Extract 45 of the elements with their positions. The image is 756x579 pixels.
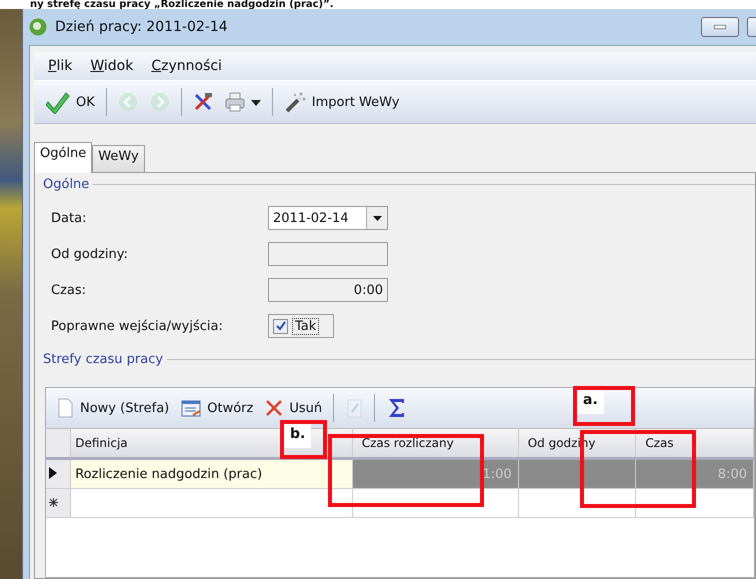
menu-item[interactable]: Czynności xyxy=(151,58,222,74)
menu-item[interactable]: Plik xyxy=(48,58,72,74)
toolbar-button[interactable]: Import WeWy xyxy=(280,90,404,114)
field-label: Od godziny: xyxy=(51,246,129,262)
annotation-frame xyxy=(573,386,635,426)
printer-icon xyxy=(224,92,245,112)
date-field[interactable]: 2011-02-14 xyxy=(268,206,388,230)
tab[interactable]: Ogólne xyxy=(34,142,92,173)
annotation-frame xyxy=(280,420,327,459)
form-icon xyxy=(181,398,202,418)
table-cell: Rozliczenie nadgodzin (prac) xyxy=(70,458,352,488)
annotation-label: b. xyxy=(284,424,312,448)
toolbar-button[interactable]: Usuń xyxy=(261,396,326,420)
toolbar-button[interactable]: Nowy (Strefa) xyxy=(52,396,174,420)
minimize-button[interactable] xyxy=(701,17,739,37)
table-cell: 1:00 xyxy=(352,458,518,488)
group-title: Strefy czasu pracy xyxy=(43,352,164,367)
toolbar-button[interactable]: Otwórz xyxy=(177,396,258,420)
page-icon xyxy=(56,398,74,418)
field-label: Czas: xyxy=(51,282,88,298)
annotation-label: a. xyxy=(577,390,604,414)
tab[interactable]: WeWy xyxy=(92,145,145,172)
edit-page-icon xyxy=(345,398,364,418)
new-row-icon xyxy=(49,498,58,507)
row-pointer-icon xyxy=(49,466,57,478)
cross-icon xyxy=(265,399,284,417)
input-field[interactable] xyxy=(268,242,388,266)
maximize-button[interactable] xyxy=(747,17,756,37)
tools-icon xyxy=(192,92,213,112)
check-icon xyxy=(46,90,70,114)
group-title: Ogólne xyxy=(43,177,90,192)
app-logo-icon xyxy=(29,18,47,36)
toolbar-button[interactable]: OK xyxy=(42,90,99,114)
magic-wand-icon xyxy=(284,92,306,112)
check-icon xyxy=(276,321,286,331)
input-field[interactable]: 0:00 xyxy=(268,278,388,302)
minimize-icon xyxy=(714,25,726,29)
caret-icon xyxy=(372,216,382,220)
checkbox[interactable] xyxy=(273,318,288,334)
sigma-icon xyxy=(386,397,406,419)
window-title: Dzień pracy: 2011-02-14 xyxy=(55,19,228,35)
menu-item[interactable]: Widok xyxy=(90,58,134,74)
checkbox-label[interactable]: Tak xyxy=(292,318,320,334)
field-label: Data: xyxy=(51,210,88,226)
field-label: Poprawne wejścia/wyjścia: xyxy=(51,318,224,334)
